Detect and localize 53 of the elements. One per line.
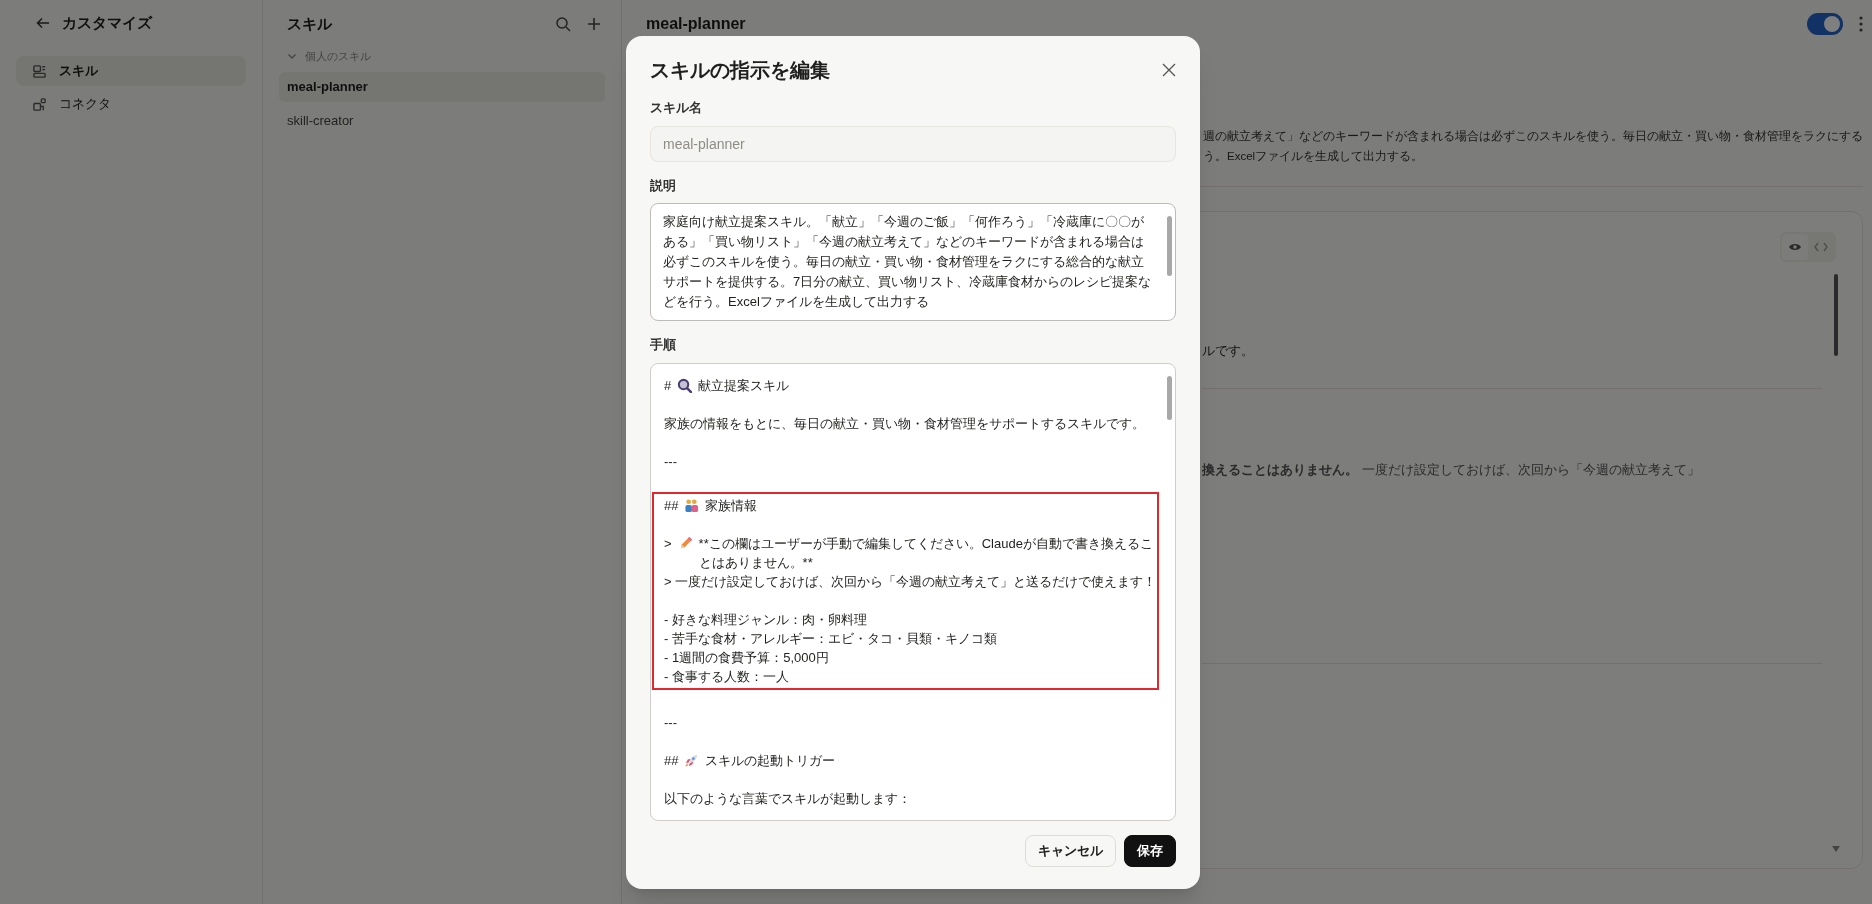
more-icon[interactable] <box>1859 16 1863 32</box>
instruction-text: 以下のような言葉でスキルが起動します： <box>664 789 912 808</box>
chevron-icon <box>287 51 297 61</box>
instruction-text: **この欄はユーザーが手動で編集してください。Claudeが自動で書き換えることはありません。** <box>698 534 1154 572</box>
sidebar-item[interactable]: スキル <box>16 56 246 86</box>
magnifier-icon <box>677 377 693 393</box>
instruction-text: - 1週間の食費予算：5,000円 <box>664 648 830 667</box>
instruction-text: 家族の情報をもとに、毎日の献立・買い物・食材管理をサポートするスキルです。 <box>664 414 1146 433</box>
skill-item[interactable]: skill-creator <box>279 106 605 136</box>
code-icon <box>1814 242 1828 252</box>
skill-item[interactable]: meal-planner <box>279 72 605 102</box>
toggle-switch[interactable] <box>1807 13 1843 35</box>
dialog-title: スキルの指示を編集 <box>650 58 830 83</box>
puzzle-grid-icon <box>32 96 47 112</box>
markdown-mark: # <box>664 376 672 395</box>
scrollbar-thumb <box>1167 216 1172 276</box>
eye-icon <box>1788 242 1802 252</box>
markdown-mark: ## <box>664 751 679 770</box>
description-text: う。Excelファイルを生成して出力する。 <box>1203 149 1425 164</box>
page-title: カスタマイズ <box>62 12 152 33</box>
field-label: スキル名 <box>650 99 703 117</box>
instruction-text: - 食事する人数：一人 <box>664 667 790 686</box>
markdown-mark: > <box>664 534 672 553</box>
preview-toggle[interactable] <box>1782 234 1808 260</box>
instruction-text: - 苦手な食材・アレルギー：エビ・タコ・貝類・キノコ類 <box>664 629 998 648</box>
field-label: 手順 <box>650 336 677 354</box>
instruction-text: 献立提案スキル <box>698 376 790 395</box>
plus-icon[interactable] <box>587 17 601 31</box>
instruction-text: 家族情報 <box>705 496 758 515</box>
search-icon[interactable] <box>555 16 571 32</box>
instruction-text: --- <box>664 713 678 732</box>
instruction-text: > 一度だけ設定しておけば、次回から「今週の献立考えて」と送るだけで使えます！ <box>664 572 1157 591</box>
save-button[interactable]: 保存 <box>1124 834 1176 867</box>
skill-title: meal-planner <box>646 14 746 34</box>
box-stack-icon <box>32 63 47 79</box>
description-text: 週の献立考えて」などのキーワードが含まれる場合は必ずこのスキルを使う。毎日の献立・買い物・食材管理をラクにする <box>1203 129 1863 144</box>
sidebar-item[interactable]: コネクタ <box>16 89 246 119</box>
scrollbar-thumb <box>1167 375 1172 420</box>
panel-title: スキル <box>287 13 332 34</box>
markdown-mark: ## <box>664 496 679 515</box>
instruction-text: スキルの起動トリガー <box>705 751 836 770</box>
instruction-text: --- <box>664 452 678 471</box>
back-arrow-icon[interactable] <box>36 16 50 30</box>
instructions-field[interactable] <box>650 362 1176 821</box>
body-text: ルです。 <box>1202 342 1255 360</box>
field-label: 説明 <box>650 176 677 195</box>
description-field[interactable]: 家庭向け献立提案スキル。「献立」「今週のご飯」「何作ろう」「冷蔵庫に〇〇がある」「買い物リスト」「今週の献立考えて」などのキーワードが含まれる場合は必ずこのスキルを使う。毎日の献立・買い物・食材管理をラクにする総合的な献立サポートを提供する。7日分の献立、買い物リスト、冷蔵庫食材からのレシピ提案などを行う。Excelファイルを生成して出力する <box>650 203 1176 321</box>
cancel-button[interactable]: キャンセル <box>1025 834 1116 867</box>
people-icon <box>684 497 700 513</box>
close-icon[interactable] <box>1162 63 1176 77</box>
scroll-down-icon <box>1832 846 1840 852</box>
instruction-text: - 好きな料理ジャンル：肉・卵料理 <box>664 610 868 629</box>
rocket-icon <box>684 752 700 768</box>
